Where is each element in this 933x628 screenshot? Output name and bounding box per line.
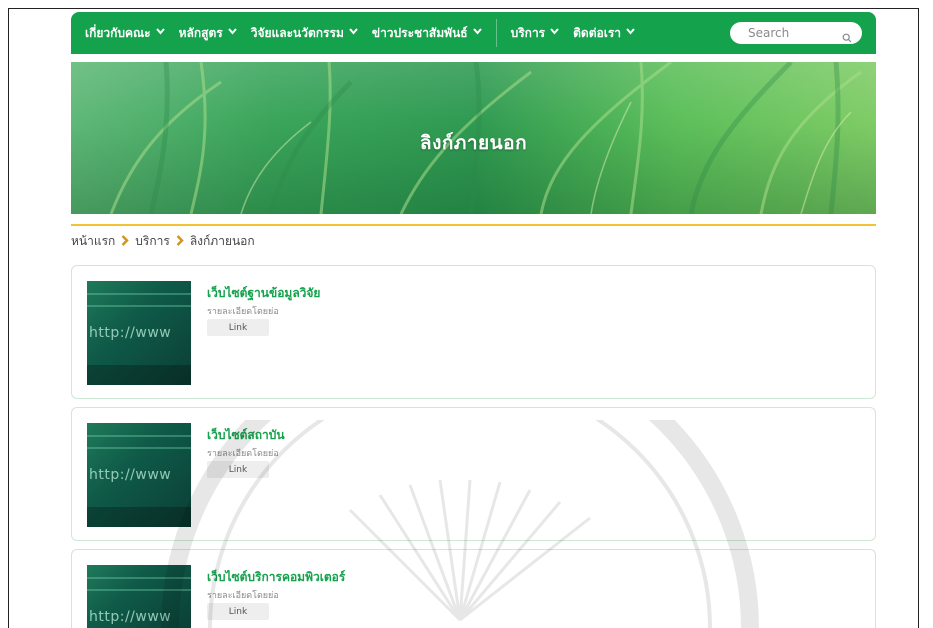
nav-item-about[interactable]: เกี่ยวกับคณะ (85, 24, 165, 43)
chevron-right-icon (176, 234, 184, 250)
chevron-down-icon (349, 28, 358, 38)
main-navbar: เกี่ยวกับคณะ หลักสูตร วิจัยและนวัตกรรม ข… (71, 12, 876, 54)
hero-banner: ลิงก์ภายนอก (71, 62, 876, 214)
link-button[interactable]: Link (207, 603, 269, 620)
window-frame-right (918, 8, 919, 628)
link-title[interactable]: เว็บไซต์บริการคอมพิวเตอร์ (207, 568, 345, 587)
chevron-down-icon (155, 28, 165, 38)
chevron-down-icon (227, 28, 237, 38)
link-description: รายละเอียดโดยย่อ (207, 449, 279, 459)
link-card: http://www เว็บไซต์ฐานข้อมูลวิจัย รายละเ… (71, 265, 876, 399)
nav-item-news[interactable]: ข่าวประชาสัมพันธ์ (372, 24, 482, 43)
link-description: รายละเอียดโดยย่อ (207, 307, 279, 317)
nav-item-label: ติดต่อเรา (573, 25, 621, 40)
nav-item-label: หลักสูตร (178, 25, 223, 40)
search-box (730, 22, 862, 44)
window-frame-left (8, 8, 9, 628)
link-title[interactable]: เว็บไซต์ฐานข้อมูลวิจัย (207, 284, 320, 303)
nav-item-label: บริการ (510, 25, 546, 40)
thumbnail-url-text: http://www (89, 609, 172, 625)
link-button[interactable]: Link (207, 461, 269, 478)
thumbnail-url-text: http://www (89, 325, 172, 341)
chevron-down-icon (626, 28, 635, 38)
breadcrumb-services[interactable]: บริการ (135, 232, 170, 251)
link-card: http://www เว็บไซต์บริการคอมพิวเตอร์ ราย… (71, 549, 876, 628)
link-thumbnail: http://www (87, 423, 191, 527)
banner-divider (71, 224, 876, 226)
link-title[interactable]: เว็บไซต์สถาบัน (207, 426, 285, 445)
page-container: เกี่ยวกับคณะ หลักสูตร วิจัยและนวัตกรรม ข… (71, 12, 876, 226)
link-thumbnail: http://www (87, 281, 191, 385)
nav-item-label: ข่าวประชาสัมพันธ์ (371, 25, 468, 40)
chevron-right-icon (121, 234, 129, 250)
chevron-down-icon (472, 28, 482, 38)
nav-item-services[interactable]: บริการ (511, 24, 560, 43)
nav-item-curriculum[interactable]: หลักสูตร (179, 24, 237, 43)
page-title: ลิงก์ภายนอก (419, 132, 528, 154)
search-icon[interactable] (842, 28, 852, 43)
link-thumbnail: http://www (87, 565, 191, 628)
search-input[interactable] (748, 26, 842, 40)
nav-item-contact[interactable]: ติดต่อเรา (573, 24, 635, 43)
breadcrumb: หน้าแรก บริการ ลิงก์ภายนอก (71, 232, 255, 251)
chevron-down-icon (550, 28, 559, 38)
nav-item-label: เกี่ยวกับคณะ (85, 25, 151, 40)
breadcrumb-home[interactable]: หน้าแรก (71, 232, 115, 251)
nav-item-research[interactable]: วิจัยและนวัตกรรม (251, 24, 358, 43)
nav-divider (495, 19, 497, 47)
nav-item-label: วิจัยและนวัตกรรม (250, 25, 344, 40)
thumbnail-url-text: http://www (89, 467, 172, 483)
link-card: http://www เว็บไซต์สถาบัน รายละเอียดโดยย… (71, 407, 876, 541)
link-button[interactable]: Link (207, 319, 269, 336)
link-description: รายละเอียดโดยย่อ (207, 591, 279, 601)
breadcrumb-current: ลิงก์ภายนอก (189, 234, 255, 248)
window-frame-top (8, 8, 919, 9)
